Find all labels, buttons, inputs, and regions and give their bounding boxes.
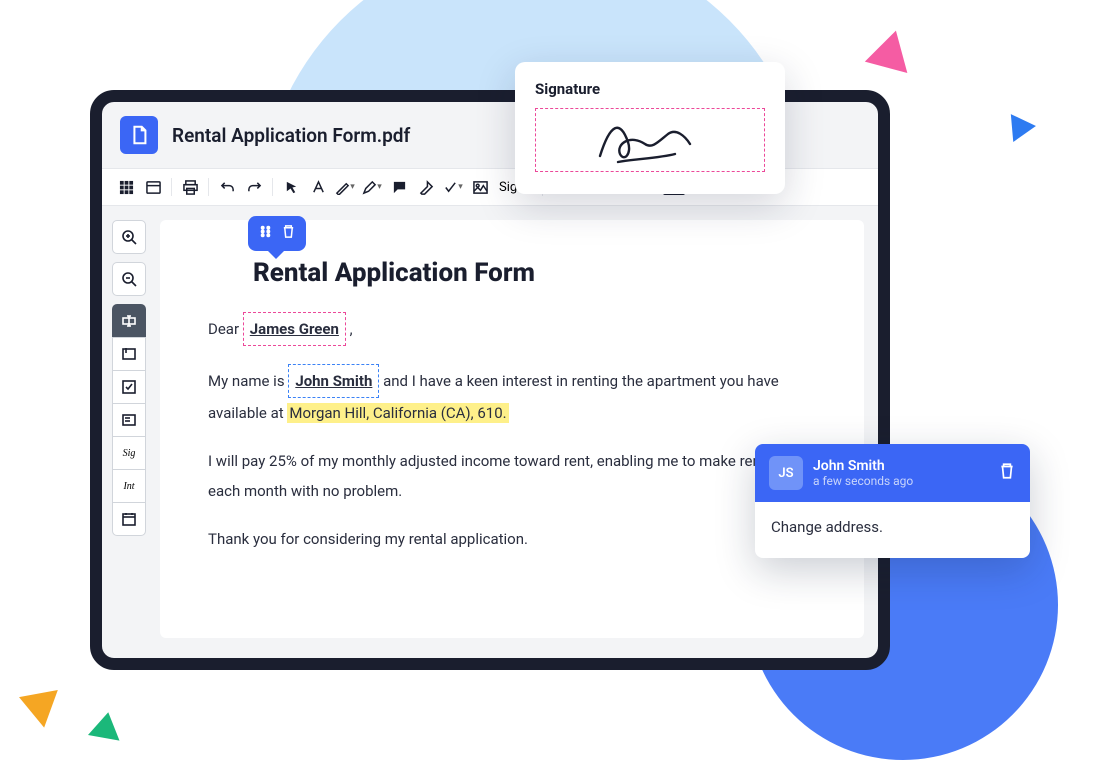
triangle-green [88, 709, 124, 740]
highlighter-icon[interactable]: ▾ [333, 175, 357, 199]
redo-icon[interactable] [242, 175, 266, 199]
document-page[interactable]: Rental Application Form Dear James Green… [160, 220, 864, 638]
pointer-icon[interactable] [279, 175, 303, 199]
file-title: Rental Application Form.pdf [172, 124, 410, 147]
triangle-blue [1011, 112, 1037, 142]
signature-tool[interactable]: Sig [112, 436, 146, 470]
initials-tool[interactable]: Int [112, 469, 146, 503]
address-highlight[interactable]: Morgan Hill, California (CA), 610. [287, 403, 508, 423]
signature-label: Signature [535, 80, 765, 98]
zoom-in-button[interactable] [112, 220, 146, 254]
date-tool[interactable] [112, 502, 146, 536]
paragraph-2: I will pay 25% of my monthly adjusted in… [208, 446, 816, 506]
name-field[interactable]: John Smith [288, 364, 379, 398]
text-area-tool[interactable] [112, 337, 146, 371]
eraser-icon[interactable] [414, 175, 438, 199]
triangle-pink [865, 25, 917, 73]
document-title: Rental Application Form [253, 258, 816, 288]
signature-box[interactable] [535, 108, 765, 172]
print-icon[interactable] [178, 175, 202, 199]
comment-text: Change address. [755, 502, 1030, 558]
comment-time: a few seconds ago [813, 474, 913, 488]
grid-icon[interactable] [114, 175, 138, 199]
pen-icon[interactable]: ▾ [360, 175, 384, 199]
delete-comment-icon[interactable] [998, 462, 1016, 484]
signature-popup: Signature [515, 62, 785, 194]
signature-drawing [590, 114, 710, 166]
checkbox-tool[interactable] [112, 370, 146, 404]
salutation: Dear James Green , [208, 312, 816, 346]
comment-popup: JS John Smith a few seconds ago Change a… [755, 444, 1030, 558]
text-field-tool[interactable] [112, 304, 146, 338]
paragraph-3: Thank you for considering my rental appl… [208, 524, 816, 554]
zoom-out-button[interactable] [112, 262, 146, 296]
app-logo [120, 116, 158, 154]
comment-author: John Smith [813, 458, 913, 474]
body-area: Sig Int Rental Application Form Dear Jam… [102, 206, 878, 652]
paragraph-1: My name is John Smith and I have a keen … [208, 364, 816, 428]
field-action-bubble [248, 216, 306, 251]
side-tools: Sig Int [102, 206, 156, 652]
undo-icon[interactable] [215, 175, 239, 199]
dropdown-tool[interactable] [112, 403, 146, 437]
comment-header: JS John Smith a few seconds ago [755, 444, 1030, 502]
avatar: JS [769, 456, 803, 490]
recipient-field[interactable]: James Green [243, 312, 346, 346]
comment-icon[interactable] [387, 175, 411, 199]
text-icon[interactable] [306, 175, 330, 199]
panel-icon[interactable] [141, 175, 165, 199]
check-icon[interactable]: ▾ [441, 175, 465, 199]
image-icon[interactable] [468, 175, 492, 199]
triangle-orange [12, 678, 58, 727]
drag-handle-icon[interactable] [258, 224, 273, 243]
delete-field-icon[interactable] [281, 224, 296, 243]
